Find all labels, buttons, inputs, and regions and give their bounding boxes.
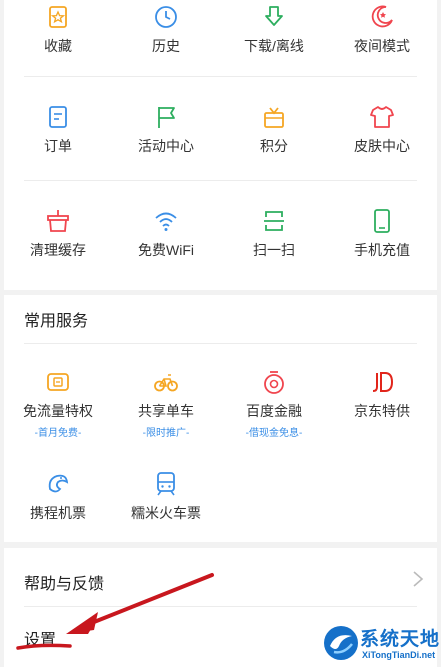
moon-icon: [371, 5, 393, 28]
section-title: 常用服务: [24, 313, 89, 330]
scan-button[interactable]: 扫一扫: [220, 208, 328, 260]
row-divider: [24, 180, 417, 181]
orders-label: 订单: [44, 138, 72, 154]
chevron-right-icon: [413, 571, 424, 587]
data-free-privilege-promo: -首月免费-: [34, 428, 82, 439]
points-button[interactable]: 积分: [220, 104, 328, 156]
menu-divider: [24, 606, 417, 607]
free-wifi-button[interactable]: 免费WiFi: [112, 208, 220, 260]
phone-icon: [374, 209, 390, 233]
gift-box-icon: [264, 107, 284, 128]
favorites-label: 收藏: [44, 38, 72, 54]
flag-icon: [158, 107, 175, 128]
baidu-finance-label: 百度金融: [246, 403, 302, 419]
night-mode-button[interactable]: 夜间模式: [328, 4, 436, 56]
free-wifi-label: 免费WiFi: [138, 242, 194, 258]
star-bookmark-icon: [49, 6, 67, 28]
data-free-privilege-button[interactable]: 免流量特权 -首月免费-: [4, 369, 112, 439]
help-feedback-item[interactable]: 帮助与反馈: [4, 552, 437, 608]
points-label: 积分: [260, 138, 288, 154]
broom-basket-icon: [47, 210, 69, 232]
nuomi-train-label: 糯米火车票: [131, 505, 201, 521]
watermark-title: 系统天地: [360, 628, 441, 650]
ctrip-flights-label: 携程机票: [30, 505, 86, 521]
download-arrow-icon: [265, 6, 283, 26]
skin-center-label: 皮肤中心: [354, 138, 410, 154]
history-label: 历史: [152, 38, 180, 54]
help-feedback-label: 帮助与反馈: [24, 576, 105, 593]
watermark-url: XiTongTianDi.net: [362, 650, 436, 660]
baidu-finance-promo: -借现金免息-: [245, 428, 303, 439]
skin-center-button[interactable]: 皮肤中心: [328, 104, 436, 156]
common-services-section: 常用服务 免流量特权 -首月免费- 共享单车 -限时推广- 百度金融 -借现金免…: [4, 295, 437, 542]
data-card-icon: [47, 373, 69, 391]
scan-label: 扫一扫: [253, 242, 295, 258]
nuomi-train-button[interactable]: 糯米火车票: [112, 471, 220, 523]
phone-recharge-button[interactable]: 手机充值: [328, 208, 436, 260]
quick-actions-grid: 收藏 历史 下载/离线 夜间模式 订单 活动中心 积分 皮肤中心 清理缓存 免费…: [4, 0, 437, 290]
clear-cache-label: 清理缓存: [30, 242, 86, 258]
jd-special-button[interactable]: 京东特供: [328, 369, 436, 421]
shared-bike-label: 共享单车: [138, 403, 194, 419]
ctrip-flights-button[interactable]: 携程机票: [4, 471, 112, 523]
baidu-finance-button[interactable]: 百度金融 -借现金免息-: [220, 369, 328, 439]
train-icon: [157, 472, 175, 496]
clear-cache-button[interactable]: 清理缓存: [4, 208, 112, 260]
activity-center-button[interactable]: 活动中心: [112, 104, 220, 156]
section-divider: [24, 343, 417, 344]
activity-center-label: 活动中心: [138, 138, 194, 154]
jd-logo-icon: [372, 372, 394, 392]
orders-button[interactable]: 订单: [4, 104, 112, 156]
phone-recharge-label: 手机充值: [354, 242, 410, 258]
ctrip-dolphin-icon: [48, 474, 69, 493]
favorites-button[interactable]: 收藏: [4, 4, 112, 56]
watermark-logo-icon: [324, 626, 358, 660]
shared-bike-promo: -限时推广-: [142, 428, 190, 439]
settings-label: 设置: [24, 632, 57, 649]
tshirt-icon: [370, 106, 394, 128]
wifi-icon: [155, 212, 177, 231]
download-offline-button[interactable]: 下载/离线: [220, 4, 328, 56]
night-mode-label: 夜间模式: [354, 38, 410, 54]
jd-special-label: 京东特供: [354, 403, 410, 419]
site-watermark: 系统天地 XiTongTianDi.net: [320, 622, 441, 667]
data-free-privilege-label: 免流量特权: [23, 403, 93, 419]
clock-icon: [155, 6, 177, 28]
scan-icon: [264, 211, 284, 231]
finance-icon: [264, 371, 284, 394]
history-button[interactable]: 历史: [112, 4, 220, 56]
order-list-icon: [49, 106, 67, 128]
shared-bike-button[interactable]: 共享单车 -限时推广-: [112, 369, 220, 439]
row-divider: [24, 76, 417, 77]
download-offline-label: 下载/离线: [244, 38, 304, 54]
bicycle-icon: [154, 374, 178, 392]
